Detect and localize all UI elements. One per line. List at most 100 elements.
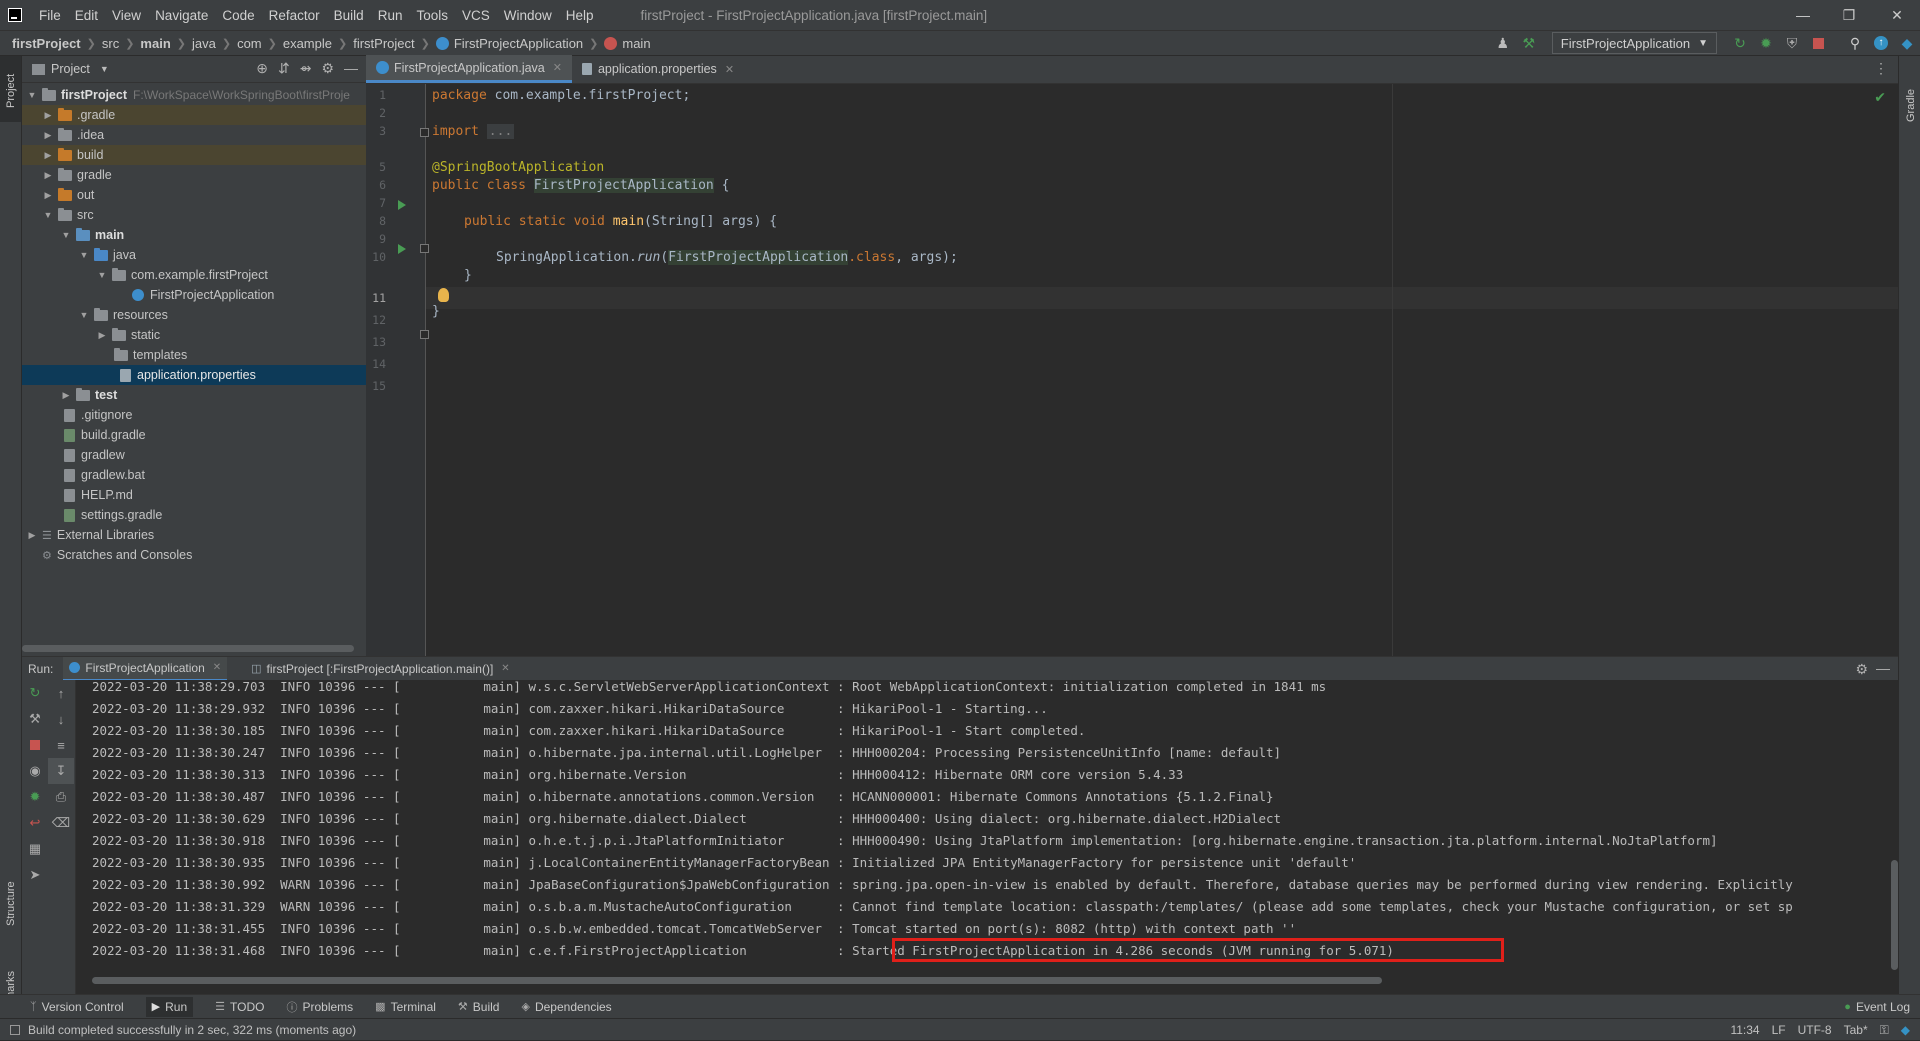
tab-terminal[interactable]: ▩ Terminal	[375, 1000, 436, 1014]
run-config-select[interactable]: FirstProjectApplication ▼	[1551, 32, 1717, 54]
wrench-icon[interactable]: ⚒	[22, 706, 48, 732]
debug-icon[interactable]: ✹	[22, 784, 48, 810]
tab-build[interactable]: ⚒ Build	[458, 1000, 500, 1014]
arrow-up-icon[interactable]: ↑	[48, 680, 74, 706]
notification-icon[interactable]: ◆	[1901, 1023, 1910, 1037]
indent-setting[interactable]: Tab*	[1844, 1023, 1868, 1037]
tab-todo[interactable]: ☰ TODO	[215, 1000, 264, 1014]
menu-file[interactable]: File	[32, 8, 68, 23]
stop-icon[interactable]	[22, 732, 48, 758]
tree-item[interactable]: ▼ firstProject F:\WorkSpace\WorkSpringBoot…	[22, 85, 366, 105]
print-icon[interactable]: ⎙	[48, 784, 74, 810]
build-hammer-icon[interactable]: ⚒	[1517, 32, 1541, 54]
menu-vcs[interactable]: VCS	[455, 8, 497, 23]
menu-refactor[interactable]: Refactor	[262, 8, 327, 23]
more-options-icon[interactable]: ⋮	[1874, 60, 1888, 77]
rerun-icon[interactable]: ↻	[22, 680, 48, 706]
caret-position[interactable]: 11:34	[1730, 1023, 1759, 1037]
coverage-icon[interactable]: ⛨	[1780, 32, 1804, 54]
gradle-side-label[interactable]: Gradle	[1905, 89, 1917, 122]
breadcrumb-com[interactable]: com	[237, 36, 262, 51]
lightbulb-icon[interactable]	[438, 288, 449, 302]
rerun-icon[interactable]: ↻	[1728, 32, 1752, 54]
menu-view[interactable]: View	[105, 8, 148, 23]
run-gutter-icon[interactable]	[398, 200, 406, 210]
vertical-scrollbar[interactable]	[1891, 860, 1898, 970]
tree-item[interactable]: settings.gradle	[22, 505, 366, 525]
tree-item[interactable]: FirstProjectApplication	[22, 285, 366, 305]
fold-marker-icon[interactable]	[420, 244, 429, 253]
horizontal-scrollbar[interactable]	[22, 645, 354, 652]
status-toggle-icon[interactable]	[10, 1024, 20, 1035]
no-problems-check-icon[interactable]: ✔	[1874, 90, 1886, 106]
soft-wrap-icon[interactable]: ≡	[48, 732, 74, 758]
project-side-label[interactable]: Project	[5, 74, 17, 108]
event-log-button[interactable]: ● Event Log	[1844, 1000, 1910, 1014]
collapse-all-icon[interactable]: ⇴	[300, 60, 312, 77]
search-icon[interactable]: ⚲	[1843, 32, 1867, 54]
minimize-icon[interactable]: —	[1780, 0, 1826, 30]
restore-icon[interactable]: ❐	[1826, 0, 1872, 30]
arrow-down-icon[interactable]: ↓	[48, 706, 74, 732]
camera-icon[interactable]: ◉	[22, 758, 48, 784]
horizontal-scrollbar[interactable]	[92, 977, 1382, 984]
tab-application-properties[interactable]: application.properties ✕	[572, 55, 744, 83]
close-icon[interactable]: ✕	[1874, 0, 1920, 30]
breadcrumb-src[interactable]: src	[102, 36, 119, 51]
breadcrumb-class[interactable]: FirstProjectApplication	[454, 36, 583, 51]
breadcrumb-example[interactable]: example	[283, 36, 332, 51]
tree-item[interactable]: ▶ .gradle	[22, 105, 366, 125]
expand-all-icon[interactable]: ⇵	[278, 60, 290, 77]
console-output[interactable]: 2022-03-20 11:38:29.703 INFO 10396 --- […	[92, 676, 1892, 976]
scroll-to-end-icon[interactable]: ↧	[48, 758, 74, 784]
update-icon[interactable]: ↑	[1869, 32, 1893, 54]
tree-item[interactable]: ▶ static	[22, 325, 366, 345]
menu-tools[interactable]: Tools	[409, 8, 455, 23]
close-icon[interactable]: ✕	[553, 61, 562, 74]
code-editor[interactable]: 1 2 3 5 6 7 8 9 10 11 12 13 14 15 packag…	[366, 84, 1898, 656]
tree-item[interactable]: HELP.md	[22, 485, 366, 505]
user-icon[interactable]: ♟	[1491, 32, 1515, 54]
tree-item[interactable]: ▼ main	[22, 225, 366, 245]
trash-icon[interactable]: ⌫	[48, 810, 74, 836]
line-separator[interactable]: LF	[1772, 1023, 1786, 1037]
structure-side-label[interactable]: Structure	[5, 881, 17, 926]
tree-item[interactable]: gradlew	[22, 445, 366, 465]
tree-item[interactable]: ▼ com.example.firstProject	[22, 265, 366, 285]
tree-item[interactable]: ▼ resources	[22, 305, 366, 325]
tree-item[interactable]: ⚙ Scratches and Consoles	[22, 545, 366, 565]
tab-dependencies[interactable]: ◈ Dependencies	[521, 1000, 611, 1014]
tree-item[interactable]: ▶ test	[22, 385, 366, 405]
exit-icon[interactable]: ↩	[22, 810, 48, 836]
plugin-icon[interactable]: ◆	[1895, 32, 1919, 54]
menu-build[interactable]: Build	[327, 8, 371, 23]
layout-icon[interactable]: ▦	[22, 836, 48, 862]
tab-problems[interactable]: ⓘ Problems	[286, 999, 353, 1015]
pin-icon[interactable]: ➤	[22, 862, 48, 888]
gear-icon[interactable]: ⚙	[321, 60, 334, 77]
breadcrumb-project[interactable]: firstProject	[12, 36, 81, 51]
close-icon[interactable]: ✕	[725, 63, 734, 76]
tab-firstprojectapplication-java[interactable]: FirstProjectApplication.java ✕	[366, 55, 572, 83]
tree-item[interactable]: build.gradle	[22, 425, 366, 445]
tree-item[interactable]: ▼ java	[22, 245, 366, 265]
breadcrumb-method[interactable]: main	[622, 36, 650, 51]
project-panel-title[interactable]: Project	[51, 62, 90, 76]
tree-item[interactable]: ▼ src	[22, 205, 366, 225]
menu-run[interactable]: Run	[371, 8, 410, 23]
fold-marker-icon[interactable]	[420, 330, 429, 339]
lock-icon[interactable]: ⚿	[1880, 1023, 1889, 1038]
run-gutter-icon[interactable]	[398, 244, 406, 254]
tree-item-selected[interactable]: application.properties	[22, 365, 366, 385]
tree-item[interactable]: ▶ gradle	[22, 165, 366, 185]
tree-item[interactable]: ▶ ☰ External Libraries	[22, 525, 366, 545]
tree-item[interactable]: templates	[22, 345, 366, 365]
status-message[interactable]: Build completed successfully in 2 sec, 3…	[28, 1023, 356, 1037]
fold-marker-icon[interactable]	[420, 128, 429, 137]
tab-run[interactable]: ▶ Run	[145, 996, 194, 1017]
hide-icon[interactable]: —	[1876, 660, 1890, 676]
tree-item[interactable]: ▶ out	[22, 185, 366, 205]
tree-item[interactable]: .gitignore	[22, 405, 366, 425]
stop-icon[interactable]	[1806, 32, 1830, 54]
file-encoding[interactable]: UTF-8	[1798, 1023, 1832, 1037]
